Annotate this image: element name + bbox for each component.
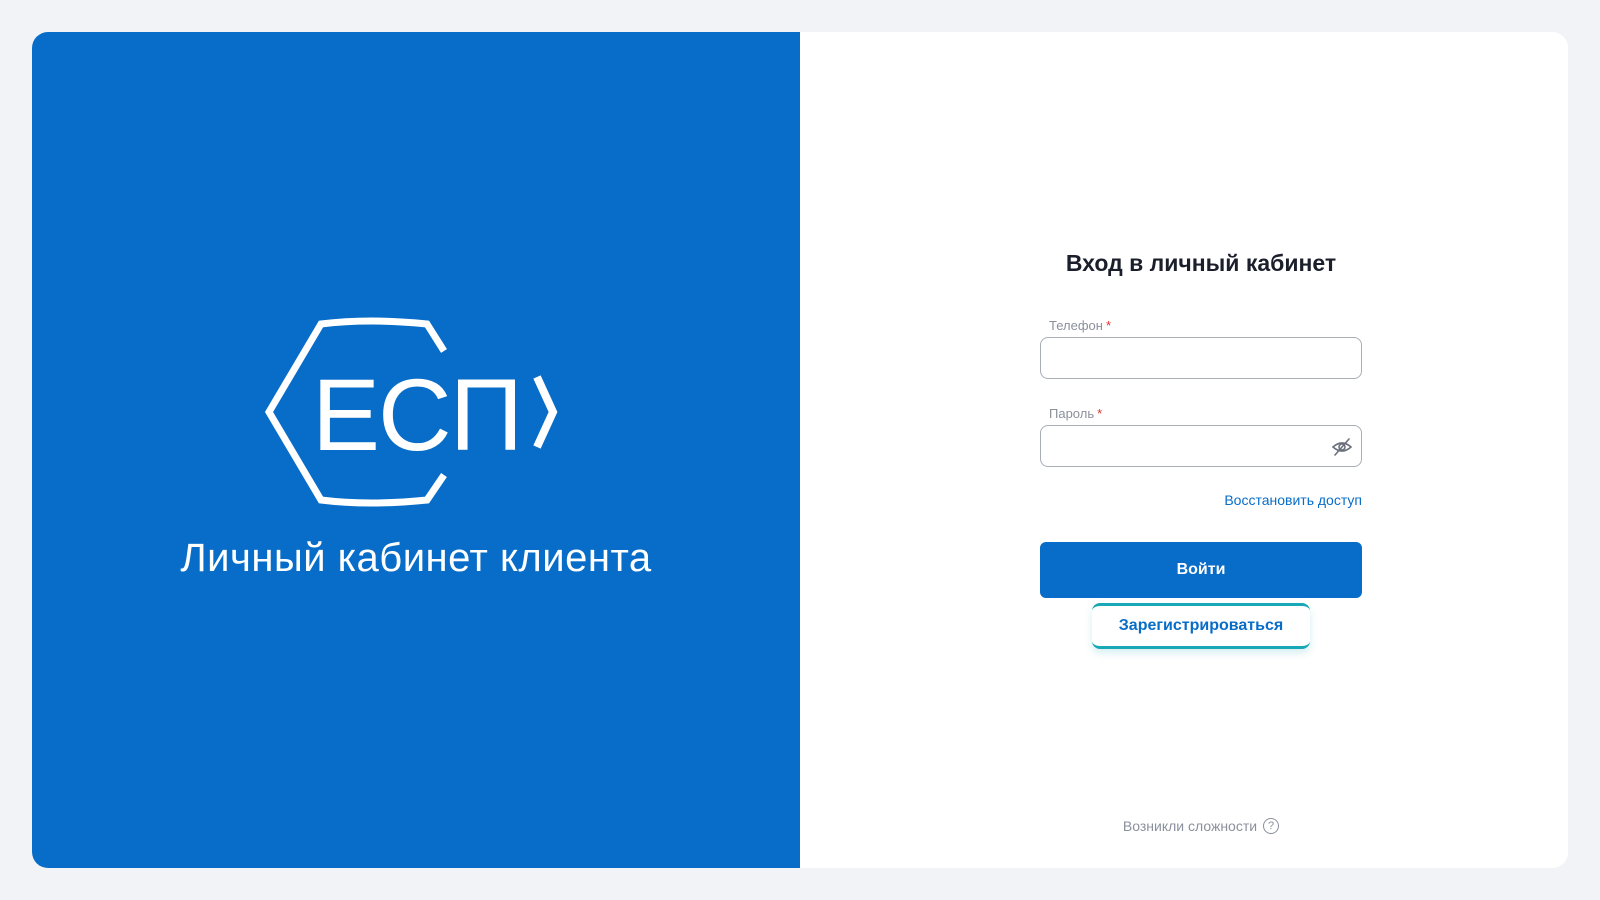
phone-input[interactable] — [1041, 338, 1361, 378]
question-circle-icon: ? — [1263, 818, 1280, 834]
phone-field-wrapper — [1040, 337, 1362, 379]
esp-logo: ЕСП — [264, 317, 564, 507]
logo-text: ЕСП — [312, 358, 521, 472]
app-frame: ЕСП Личный кабинет клиента Вход в личный… — [32, 32, 1568, 868]
phone-label: Телефон * — [1049, 318, 1111, 333]
password-label-text: Пароль — [1049, 406, 1095, 421]
login-button[interactable]: Войти — [1040, 542, 1362, 598]
brand-panel: ЕСП Личный кабинет клиента — [32, 32, 800, 868]
brand-caption: Личный кабинет клиента — [180, 536, 652, 580]
register-button[interactable]: Зарегистрироваться — [1092, 603, 1310, 649]
logo-hexagon-icon: ЕСП — [264, 317, 558, 507]
password-label: Пароль * — [1049, 406, 1102, 421]
required-mark: * — [1105, 318, 1111, 333]
help-link[interactable]: Возникли сложности ? — [1040, 818, 1362, 834]
help-text: Возникли сложности — [1122, 818, 1258, 834]
login-panel: Вход в личный кабинет Телефон* Пароль* — [800, 32, 1568, 868]
phone-label-text: Телефон — [1049, 318, 1103, 333]
required-mark: * — [1097, 406, 1103, 421]
password-input[interactable] — [1041, 426, 1361, 466]
eye-off-icon[interactable] — [1331, 436, 1353, 458]
page-title: Вход в личный кабинет — [1065, 250, 1337, 276]
password-field-wrapper — [1040, 425, 1362, 467]
recover-access-link[interactable]: Восстановить доступ — [1224, 492, 1362, 508]
